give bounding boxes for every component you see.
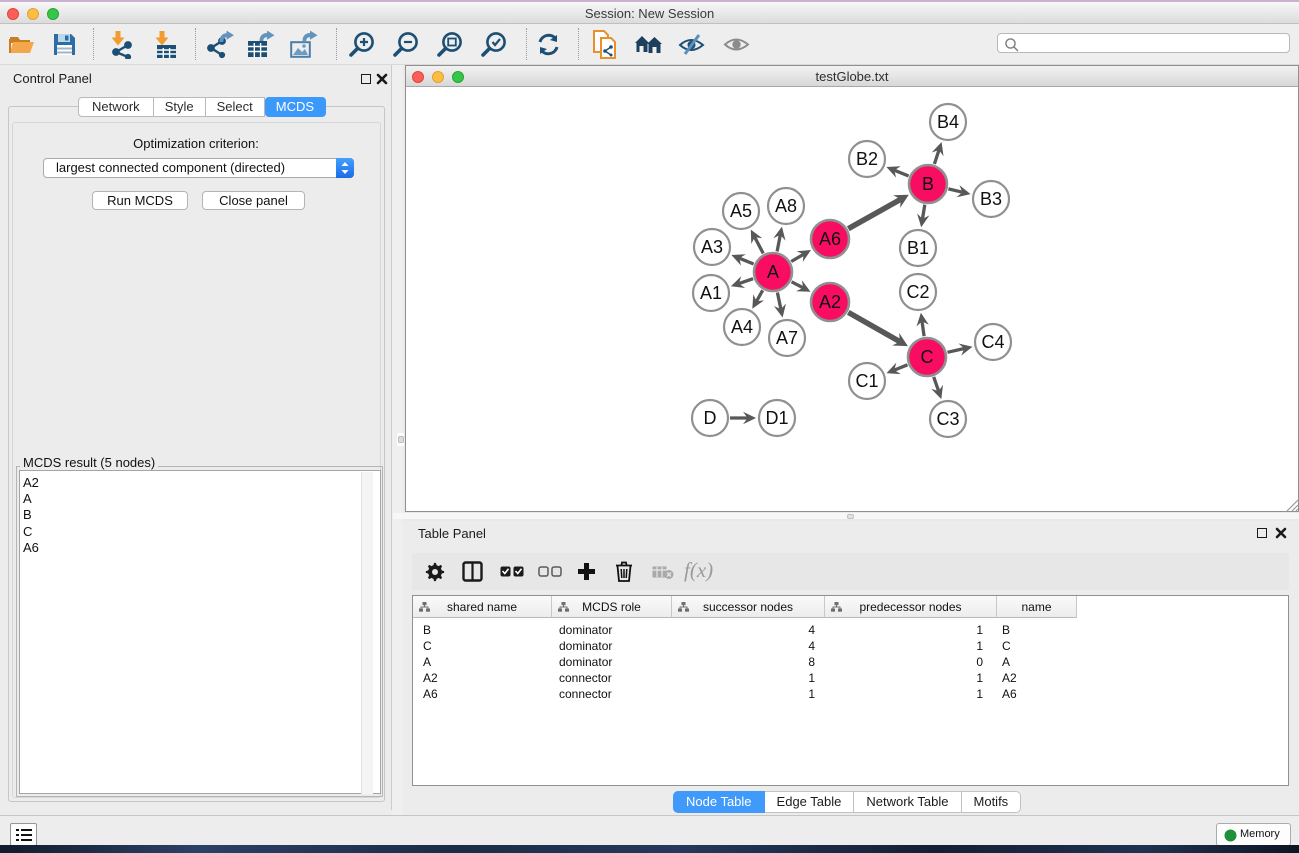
svg-text:B2: B2: [856, 149, 878, 169]
svg-text:A1: A1: [700, 283, 722, 303]
svg-text:C1: C1: [855, 371, 878, 391]
svg-text:D: D: [704, 408, 717, 428]
svg-text:A8: A8: [775, 196, 797, 216]
svg-text:C: C: [921, 347, 934, 367]
svg-text:A7: A7: [776, 328, 798, 348]
svg-text:A2: A2: [819, 292, 841, 312]
svg-text:D1: D1: [765, 408, 788, 428]
svg-text:B3: B3: [980, 189, 1002, 209]
svg-text:A: A: [767, 262, 779, 282]
svg-text:C2: C2: [906, 282, 929, 302]
svg-text:A6: A6: [819, 229, 841, 249]
svg-text:A4: A4: [731, 317, 753, 337]
svg-text:B: B: [922, 174, 934, 194]
svg-text:A5: A5: [730, 201, 752, 221]
svg-text:A3: A3: [701, 237, 723, 257]
svg-text:C4: C4: [981, 332, 1004, 352]
svg-text:B4: B4: [937, 112, 959, 132]
svg-text:B1: B1: [907, 238, 929, 258]
svg-text:C3: C3: [936, 409, 959, 429]
